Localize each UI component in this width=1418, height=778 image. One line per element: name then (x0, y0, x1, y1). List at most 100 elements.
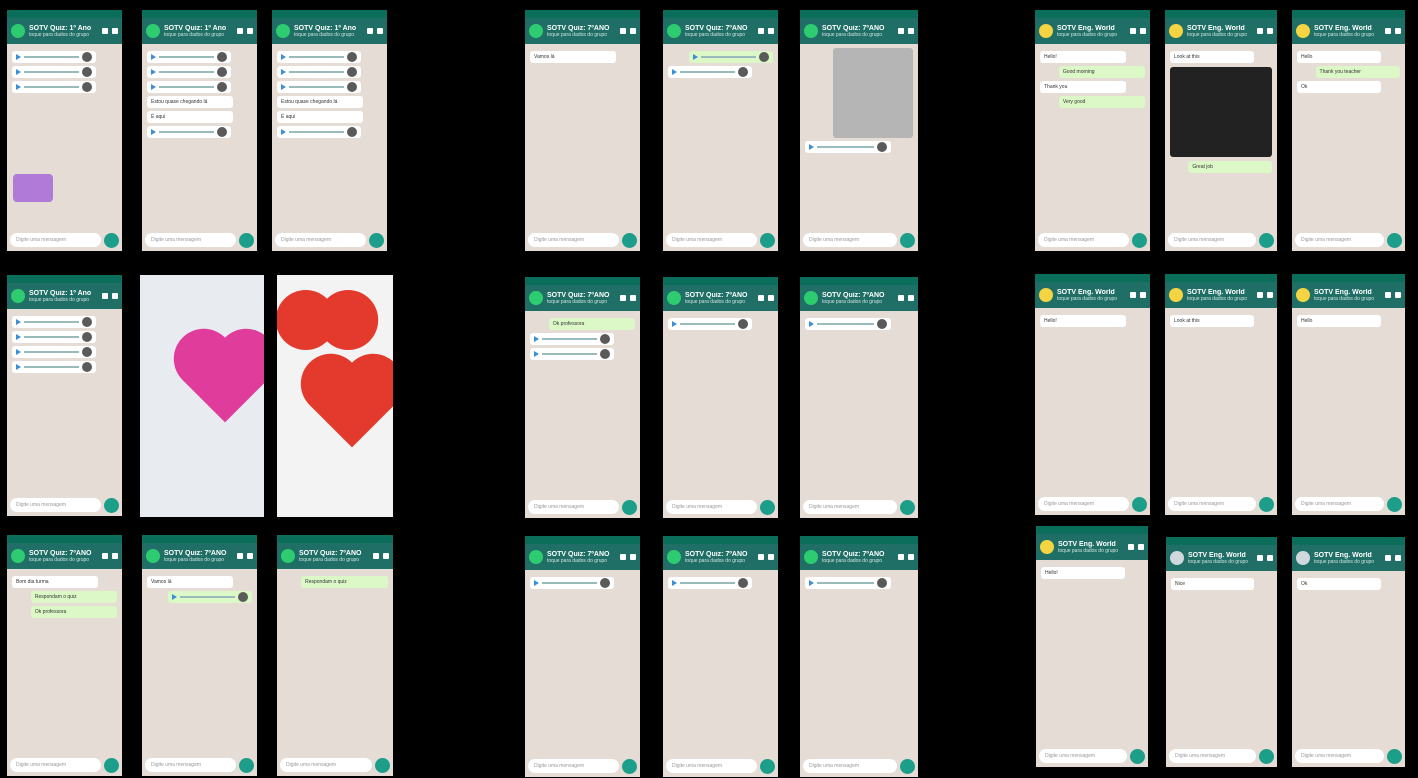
group-avatar[interactable] (667, 24, 681, 38)
group-avatar[interactable] (281, 549, 295, 563)
message-input[interactable]: Digite uma mensagem (1168, 233, 1256, 247)
group-avatar[interactable] (146, 549, 160, 563)
message-input[interactable]: Digite uma mensagem (1168, 497, 1256, 511)
mic-icon[interactable] (622, 499, 637, 515)
phone-icon[interactable] (1140, 28, 1146, 34)
play-icon[interactable] (672, 321, 677, 327)
play-icon[interactable] (809, 580, 814, 586)
group-avatar[interactable] (11, 24, 25, 38)
message-input[interactable]: Digite uma mensagem (803, 759, 897, 773)
group-avatar[interactable] (1040, 540, 1054, 554)
mic-icon[interactable] (622, 758, 637, 774)
chat-header[interactable]: SOTV Eng. World toque para dados do grup… (1292, 282, 1405, 308)
play-icon[interactable] (172, 594, 177, 600)
chat-header[interactable]: SOTV Eng. World toque para dados do grup… (1036, 534, 1148, 560)
video-call-icon[interactable] (102, 293, 108, 299)
group-avatar[interactable] (1296, 24, 1310, 38)
chat-header[interactable]: SOTV Quiz: 7ºANO toque para dados do gru… (800, 285, 918, 311)
phone-icon[interactable] (768, 295, 774, 301)
message-input[interactable]: Digite uma mensagem (1295, 497, 1384, 511)
audio-message[interactable] (147, 126, 231, 138)
group-avatar[interactable] (1296, 288, 1310, 302)
audio-message[interactable] (277, 81, 361, 93)
phone-icon[interactable] (1395, 555, 1401, 561)
group-avatar[interactable] (667, 550, 681, 564)
play-icon[interactable] (16, 54, 21, 60)
group-avatar[interactable] (146, 24, 160, 38)
phone-icon[interactable] (630, 295, 636, 301)
phone-icon[interactable] (908, 295, 914, 301)
mic-icon[interactable] (104, 497, 119, 513)
group-avatar[interactable] (804, 24, 818, 38)
message-input[interactable]: Digite uma mensagem (803, 233, 897, 247)
message-input[interactable]: Digite uma mensagem (666, 500, 757, 514)
video-call-icon[interactable] (1257, 28, 1263, 34)
group-avatar[interactable] (529, 550, 543, 564)
message-input[interactable]: Digite uma mensagem (145, 758, 236, 772)
audio-message[interactable] (805, 318, 892, 330)
message-input[interactable]: Digite uma mensagem (145, 233, 236, 247)
play-icon[interactable] (672, 69, 677, 75)
audio-message[interactable] (668, 318, 752, 330)
group-avatar[interactable] (1296, 551, 1310, 565)
phone-icon[interactable] (630, 554, 636, 560)
mic-icon[interactable] (1387, 748, 1402, 764)
chat-header[interactable]: SOTV Quiz: 1º Ano toque para dados do gr… (142, 18, 257, 44)
phone-icon[interactable] (1395, 28, 1401, 34)
video-call-icon[interactable] (1128, 544, 1134, 550)
chat-header[interactable]: SOTV Eng. World toque para dados do grup… (1035, 18, 1150, 44)
audio-message[interactable] (147, 66, 231, 78)
audio-message[interactable] (668, 577, 752, 589)
message-input[interactable]: Digite uma mensagem (528, 233, 619, 247)
chat-header[interactable]: SOTV Quiz: 7ºANO toque para dados do gru… (663, 544, 778, 570)
mic-icon[interactable] (900, 499, 915, 515)
video-call-icon[interactable] (1257, 292, 1263, 298)
play-icon[interactable] (151, 84, 156, 90)
video-call-icon[interactable] (1130, 28, 1136, 34)
video-call-icon[interactable] (237, 28, 243, 34)
phone-icon[interactable] (1267, 555, 1273, 561)
chat-header[interactable]: SOTV Eng. World toque para dados do grup… (1165, 18, 1277, 44)
video-call-icon[interactable] (620, 295, 626, 301)
chat-header[interactable]: SOTV Quiz: 7ºANO toque para dados do gru… (525, 18, 640, 44)
mic-icon[interactable] (1387, 232, 1402, 248)
phone-icon[interactable] (908, 28, 914, 34)
play-icon[interactable] (151, 69, 156, 75)
play-icon[interactable] (16, 364, 21, 370)
video-call-icon[interactable] (898, 295, 904, 301)
audio-message[interactable] (147, 51, 231, 63)
mic-icon[interactable] (1259, 748, 1274, 764)
video-call-icon[interactable] (367, 28, 373, 34)
phone-icon[interactable] (112, 553, 118, 559)
play-icon[interactable] (281, 54, 286, 60)
message-input[interactable]: Digite uma mensagem (528, 759, 619, 773)
play-icon[interactable] (281, 84, 286, 90)
chat-header[interactable]: SOTV Quiz: 7ºANO toque para dados do gru… (663, 285, 778, 311)
play-icon[interactable] (16, 69, 21, 75)
audio-message[interactable] (12, 66, 96, 78)
mic-icon[interactable] (1259, 496, 1274, 512)
phone-icon[interactable] (377, 28, 383, 34)
group-avatar[interactable] (1169, 288, 1183, 302)
video-call-icon[interactable] (898, 28, 904, 34)
play-icon[interactable] (281, 69, 286, 75)
mic-icon[interactable] (1259, 232, 1274, 248)
audio-message[interactable] (12, 361, 96, 373)
mic-icon[interactable] (239, 757, 254, 773)
play-icon[interactable] (809, 144, 814, 150)
message-input[interactable]: Digite uma mensagem (528, 500, 619, 514)
video-call-icon[interactable] (1257, 555, 1263, 561)
video-call-icon[interactable] (1385, 555, 1391, 561)
audio-message[interactable] (168, 591, 252, 603)
mic-icon[interactable] (900, 232, 915, 248)
phone-icon[interactable] (1395, 292, 1401, 298)
message-input[interactable]: Digite uma mensagem (1038, 233, 1129, 247)
audio-message[interactable] (530, 333, 614, 345)
chat-header[interactable]: SOTV Quiz: 7ºANO toque para dados do gru… (277, 543, 393, 569)
message-input[interactable]: Digite uma mensagem (280, 758, 372, 772)
group-avatar[interactable] (804, 550, 818, 564)
audio-message[interactable] (12, 316, 96, 328)
play-icon[interactable] (534, 351, 539, 357)
chat-header[interactable]: SOTV Quiz: 7ºANO toque para dados do gru… (800, 544, 918, 570)
video-call-icon[interactable] (620, 28, 626, 34)
